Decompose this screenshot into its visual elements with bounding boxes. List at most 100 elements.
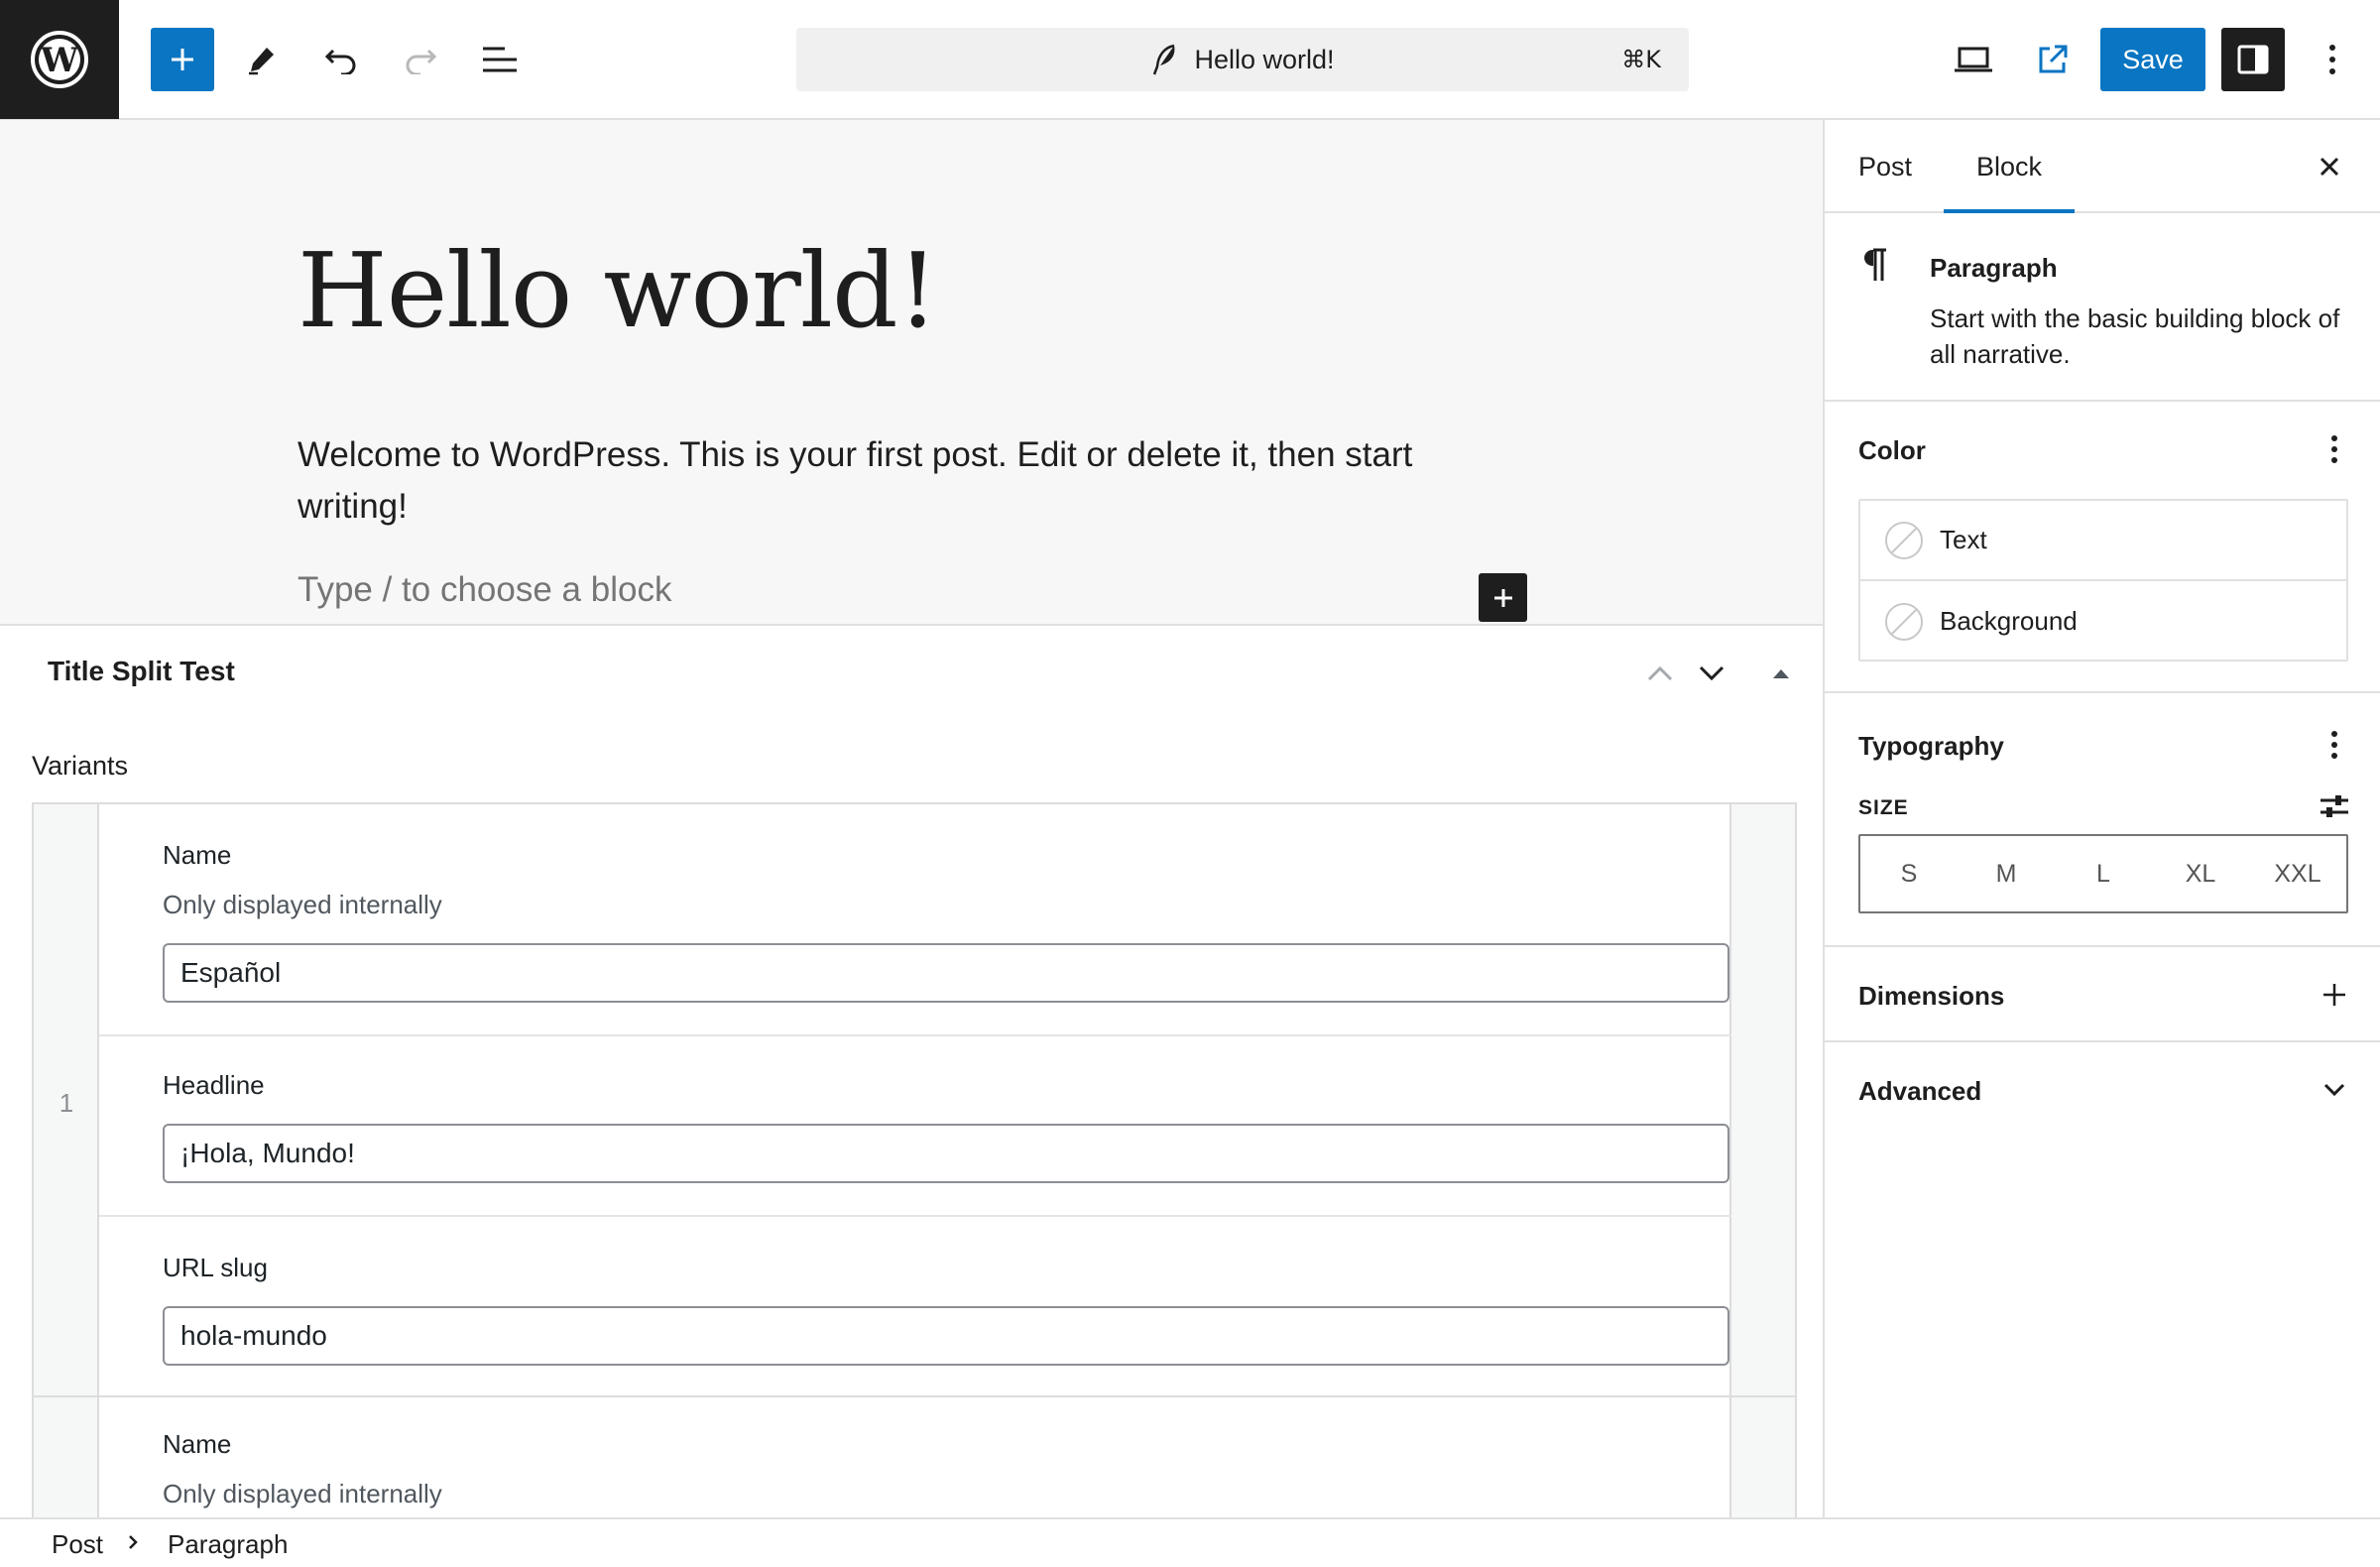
preview-button[interactable] [1942, 28, 2005, 91]
laptop-icon [1954, 45, 1993, 74]
advanced-panel[interactable]: Advanced [1825, 1042, 2380, 1138]
typography-panel-title: Typography [1858, 731, 2004, 761]
variant-headline-input[interactable] [163, 1124, 1729, 1183]
external-link-icon [2036, 43, 2070, 76]
variant-name-field: Name Only displayed internally [99, 804, 1731, 1036]
undo-button[interactable] [309, 28, 373, 91]
breadcrumb-post[interactable]: Post [52, 1529, 103, 1560]
wordpress-logo-button[interactable]: W [0, 0, 119, 119]
color-panel-title: Color [1858, 435, 1926, 465]
redo-icon [403, 45, 438, 74]
paragraph-block[interactable]: Welcome to WordPress. This is your first… [298, 429, 1488, 533]
wordpress-logo-icon: W [29, 29, 90, 90]
toggle-panel-button[interactable] [1755, 648, 1807, 699]
row-handle[interactable] [34, 804, 99, 1517]
color-panel: Color Text Background [1825, 402, 2380, 693]
empty-swatch-icon [1884, 521, 1924, 560]
move-down-button[interactable] [1686, 648, 1737, 699]
custom-size-button[interactable] [2315, 786, 2354, 826]
advanced-toggle-button[interactable] [2313, 1068, 2356, 1112]
variant-slug-input[interactable] [163, 1306, 1729, 1366]
paragraph-icon [1860, 247, 1890, 283]
advanced-panel-title: Advanced [1858, 1076, 1982, 1106]
metabox-title: Title Split Test [48, 656, 235, 686]
editor-header: W Hello world! ⌘K Save [0, 0, 2380, 120]
document-overview-button[interactable] [468, 28, 532, 91]
chevron-down-icon [1698, 664, 1726, 682]
list-view-icon [481, 45, 519, 74]
title-split-test-metabox: Title Split Test Variants 1 Name Only di… [0, 624, 1823, 1517]
row-actions[interactable] [1729, 804, 1795, 1517]
command-shortcut: ⌘K [1621, 46, 1661, 73]
default-block-appender[interactable]: Type / to choose a block [298, 570, 671, 610]
caret-up-icon [1771, 666, 1791, 680]
command-bar[interactable]: Hello world! ⌘K [796, 28, 1689, 91]
close-icon [2319, 156, 2340, 178]
font-size-label: SIZE [1858, 796, 1909, 819]
sidebar-tabs: Post Block [1825, 120, 2380, 213]
font-size-xxl[interactable]: XXL [2249, 836, 2346, 911]
redo-button[interactable] [389, 28, 452, 91]
view-post-button[interactable] [2021, 28, 2084, 91]
plus-icon [2321, 982, 2347, 1008]
editor-canvas: Hello world! Welcome to WordPress. This … [0, 120, 1823, 624]
tab-block[interactable]: Block [1944, 120, 2075, 213]
feather-icon [1150, 43, 1180, 76]
options-button[interactable] [2301, 28, 2364, 91]
chevron-down-icon [2322, 1082, 2346, 1098]
post-title[interactable]: Hello world! [298, 239, 938, 342]
settings-sidebar: Post Block Paragraph Start with the basi… [1823, 120, 2380, 1517]
color-options-button[interactable] [2315, 429, 2354, 469]
more-vertical-icon [2330, 730, 2338, 760]
inline-inserter-button[interactable] [1479, 573, 1527, 622]
plus-icon [1491, 586, 1515, 610]
dimensions-panel-title: Dimensions [1858, 981, 2005, 1011]
font-size-m[interactable]: M [1958, 836, 2055, 911]
color-option-label: Background [1940, 606, 2078, 636]
typography-panel: Typography SIZE S M L XL XXL [1825, 693, 2380, 947]
variant-name-field: Name Only displayed internally [99, 1397, 1731, 1517]
font-size-xl[interactable]: XL [2152, 836, 2249, 911]
add-dimension-button[interactable] [2313, 973, 2356, 1017]
font-size-l[interactable]: L [2055, 836, 2152, 911]
dimensions-panel: Dimensions [1825, 947, 2380, 1042]
settings-sliders-icon [2319, 792, 2350, 820]
chevron-up-icon [1646, 664, 1674, 682]
svg-text:W: W [40, 41, 79, 80]
color-option-label: Text [1940, 525, 1987, 554]
block-name: Paragraph [1930, 253, 2058, 283]
field-label: URL slug [163, 1253, 268, 1282]
tab-post[interactable]: Post [1858, 120, 1912, 213]
command-bar-title: Hello world! [1194, 44, 1335, 74]
settings-toggle-button[interactable] [2221, 28, 2285, 91]
font-size-picker: S M L XL XXL [1858, 834, 2348, 913]
field-label: Headline [163, 1070, 265, 1100]
color-settings-list: Text Background [1858, 499, 2348, 662]
field-description: Only displayed internally [163, 1479, 442, 1508]
chevron-right-icon [127, 1533, 139, 1551]
add-block-button[interactable] [151, 28, 214, 91]
move-up-button[interactable] [1634, 648, 1686, 699]
variant-name-input[interactable] [163, 943, 1729, 1003]
more-vertical-icon [2327, 44, 2337, 75]
typography-options-button[interactable] [2315, 725, 2354, 765]
block-description: Start with the basic building block of a… [1930, 303, 2340, 369]
variant-headline-field: Headline [99, 1036, 1731, 1217]
field-label: Name [163, 1429, 232, 1459]
font-size-s[interactable]: S [1860, 836, 1958, 911]
block-breadcrumb: Post Paragraph [0, 1517, 2380, 1567]
variant-slug-field: URL slug [99, 1217, 1731, 1397]
breadcrumb-paragraph[interactable]: Paragraph [168, 1529, 288, 1560]
tools-button[interactable] [230, 28, 294, 91]
empty-swatch-icon [1884, 602, 1924, 642]
save-button[interactable]: Save [2100, 28, 2205, 91]
sidebar-toggle-icon [2236, 43, 2270, 76]
text-color-option[interactable]: Text [1860, 501, 2346, 581]
plus-icon [169, 46, 196, 73]
block-card: Paragraph Start with the basic building … [1825, 213, 2380, 402]
background-color-option[interactable]: Background [1860, 581, 2346, 662]
more-vertical-icon [2330, 434, 2338, 464]
pencil-icon [245, 43, 279, 76]
close-settings-button[interactable] [2305, 142, 2354, 191]
row-number: 1 [59, 1088, 74, 1118]
